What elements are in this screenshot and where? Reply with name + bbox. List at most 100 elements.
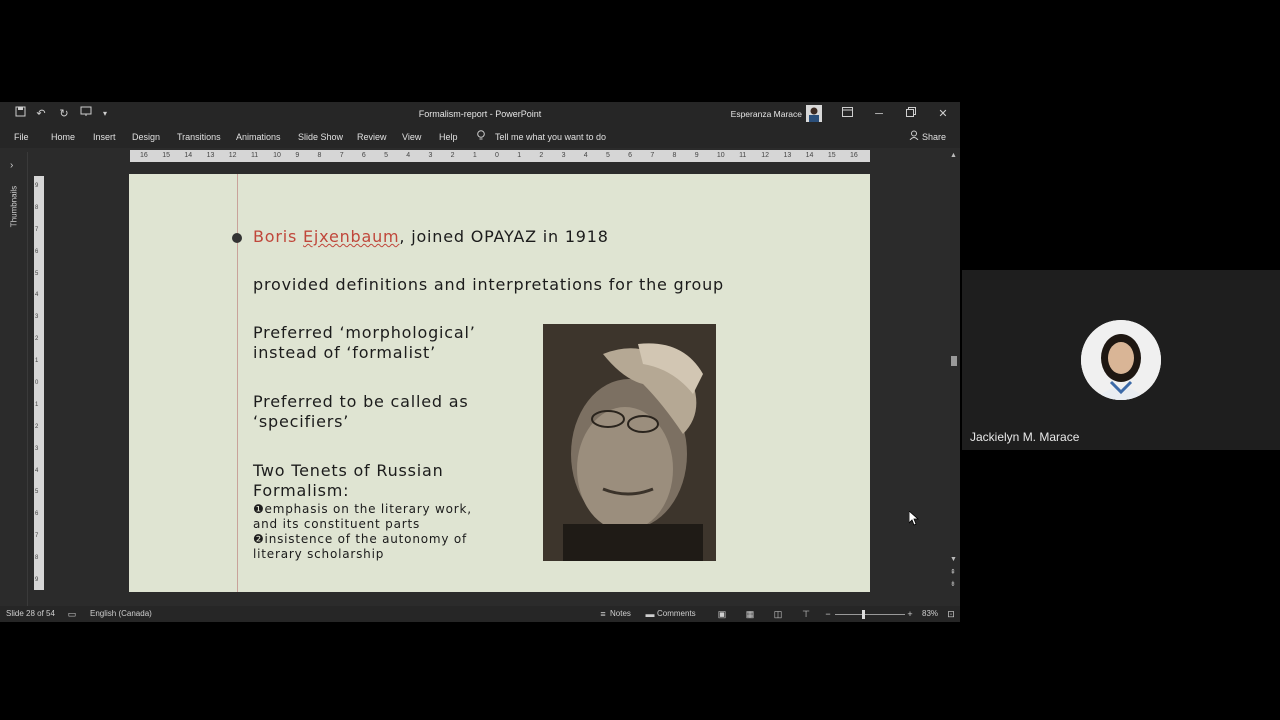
save-icon[interactable] [14,106,26,122]
normal-view-icon[interactable]: ▣ [717,609,727,619]
vertical-ruler-mark: 2 [35,336,39,343]
next-slide-icon[interactable]: ⇟ [950,580,956,588]
user-name[interactable]: Esperanza Marace [718,106,802,122]
vertical-ruler[interactable]: 9 8 7 6 5 4 3 2 1 0 1 2 3 4 5 6 7 8 9 [34,176,44,590]
ruler-mark: 7 [339,152,344,159]
ruler-mark: 12 [228,152,237,159]
ruler-mark: 7 [650,152,655,159]
vertical-ruler-mark: 6 [35,511,39,518]
notes-icon[interactable]: ≡ [598,609,608,619]
tab-animations[interactable]: Animations [236,130,281,144]
vertical-ruler-mark: 5 [35,270,39,277]
customize-toolbar-icon[interactable]: ▾ [100,106,110,122]
surname: Ejxenbaum [303,227,400,246]
slideshow-view-icon[interactable]: ⊤ [801,609,811,619]
vertical-ruler-mark: 4 [35,292,39,299]
expand-thumbnails-icon[interactable]: › [10,160,13,171]
restore-icon[interactable] [904,106,918,122]
tenet-two[interactable]: ❷insistence of the autonomy of literary … [253,532,467,562]
scroll-up-icon[interactable]: ▲ [950,152,957,159]
tab-home[interactable]: Home [51,130,75,144]
redo-icon[interactable]: ↻ [58,106,70,122]
title-bar: ↶ ↻ ▾ Formalism-report - PowerPoint Espe… [0,102,960,126]
vertical-ruler-mark: 8 [35,555,39,562]
vertical-ruler-mark: 7 [35,226,39,233]
close-icon[interactable]: ✕ [936,106,950,122]
vertical-ruler-mark: 8 [35,204,39,211]
user-avatar[interactable] [806,105,822,122]
fit-to-window-icon[interactable]: ⊡ [946,609,956,619]
ruler-mark: 11 [250,152,259,159]
comments-icon[interactable]: ▬ [645,609,655,619]
mouse-cursor-icon [908,510,920,531]
ribbon-display-options-icon[interactable] [840,106,854,122]
ruler-mark: 5 [605,152,610,159]
zoom-slider-thumb[interactable] [862,610,865,619]
vertical-ruler-mark: 4 [35,467,39,474]
tab-review[interactable]: Review [357,130,387,144]
two-tenets-heading[interactable]: Two Tenets of Russian Formalism: [253,461,444,501]
zoom-level[interactable]: 83% [922,608,938,620]
tab-design[interactable]: Design [132,130,160,144]
portrait-photo[interactable] [543,324,716,561]
thumbnails-pane[interactable]: › Thumbnails [0,152,28,610]
ribbon-tabs: File Home Insert Design Transitions Anim… [0,126,960,148]
tenet-two-line1: ❷insistence of the autonomy of [253,532,468,546]
zoom-in-icon[interactable]: + [905,609,915,619]
ruler-marks: 16 15 14 13 12 11 10 9 8 7 6 5 4 3 2 1 0 1 2 3 4 5 6 7 8 9 10 11 12 1… [130,150,870,162]
thumbnails-label[interactable]: Thumbnails [10,183,19,231]
zoom-slider[interactable] [835,614,905,615]
slide-canvas[interactable]: Boris Ejxenbaum, joined OPAYAZ in 1918 p… [129,174,870,592]
ruler-mark: 6 [361,152,366,159]
accessibility-icon[interactable]: ▭ [67,609,77,619]
preferred-morphological[interactable]: Preferred ‘morphological’ instead of ‘fo… [253,323,476,363]
two-tenets-line2: Formalism: [253,481,350,500]
slide-sorter-icon[interactable]: ▦ [745,609,755,619]
start-from-beginning-icon[interactable] [79,106,93,122]
participant-name: Jackielyn M. Marace [970,430,1080,444]
tab-view[interactable]: View [402,130,421,144]
tab-transitions[interactable]: Transitions [177,130,221,144]
undo-icon[interactable]: ↶ [34,106,48,122]
powerpoint-window: ↶ ↻ ▾ Formalism-report - PowerPoint Espe… [0,102,960,622]
slide-counter: Slide 28 of 54 [6,609,55,618]
preferred-specifiers[interactable]: Preferred to be called as ‘specifiers’ [253,392,468,432]
first-name: Boris [253,227,298,246]
ruler-mark: 10 [716,152,725,159]
ruler-mark: 2 [539,152,544,159]
tell-me-search[interactable]: Tell me what you want to do [495,130,606,144]
vertical-ruler-mark: 9 [35,183,39,189]
horizontal-ruler[interactable]: 16 15 14 13 12 11 10 9 8 7 6 5 4 3 2 1 0 1 2 3 4 5 6 7 8 9 10 11 12 1… [130,150,870,162]
bullet-rest: , joined OPAYAZ in 1918 [399,227,609,246]
scroll-down-icon[interactable]: ▼ [950,556,957,563]
minimize-icon[interactable]: ─ [872,106,886,122]
tenet-one-line2: and its constituent parts [253,517,421,531]
ruler-mark: 8 [317,152,322,159]
tenet-one[interactable]: ❶emphasis on the literary work, and its … [253,502,472,532]
tenet-two-line2: literary scholarship [253,547,385,561]
tab-insert[interactable]: Insert [93,130,116,144]
bullet-heading[interactable]: Boris Ejxenbaum, joined OPAYAZ in 1918 [253,227,609,246]
ruler-mark: 12 [761,152,770,159]
ruler-mark: 13 [783,152,792,159]
two-tenets-line1: Two Tenets of Russian [253,461,444,480]
comments-button[interactable]: Comments [657,608,696,620]
share-button[interactable]: Share [922,130,946,144]
notes-button[interactable]: Notes [610,608,631,620]
share-icon[interactable] [909,130,919,144]
language-indicator[interactable]: English (Canada) [90,608,152,620]
zoom-out-icon[interactable]: − [823,609,833,619]
previous-slide-icon[interactable]: ⇞ [950,568,956,576]
reading-view-icon[interactable]: ◫ [773,609,783,619]
tab-help[interactable]: Help [439,130,458,144]
scrollbar-thumb[interactable] [951,356,957,366]
vertical-ruler-mark: 3 [35,314,39,321]
vertical-ruler-mark: 1 [35,358,39,365]
vertical-ruler-mark: 7 [35,533,39,540]
ruler-mark: 4 [406,152,411,159]
bullet-dot [232,233,242,243]
tab-file[interactable]: File [14,130,29,144]
vertical-scrollbar[interactable]: ▲ ▼ ⇞ ⇟ [948,150,960,610]
definition-line[interactable]: provided definitions and interpretations… [253,275,724,294]
tab-slide-show[interactable]: Slide Show [298,130,343,144]
